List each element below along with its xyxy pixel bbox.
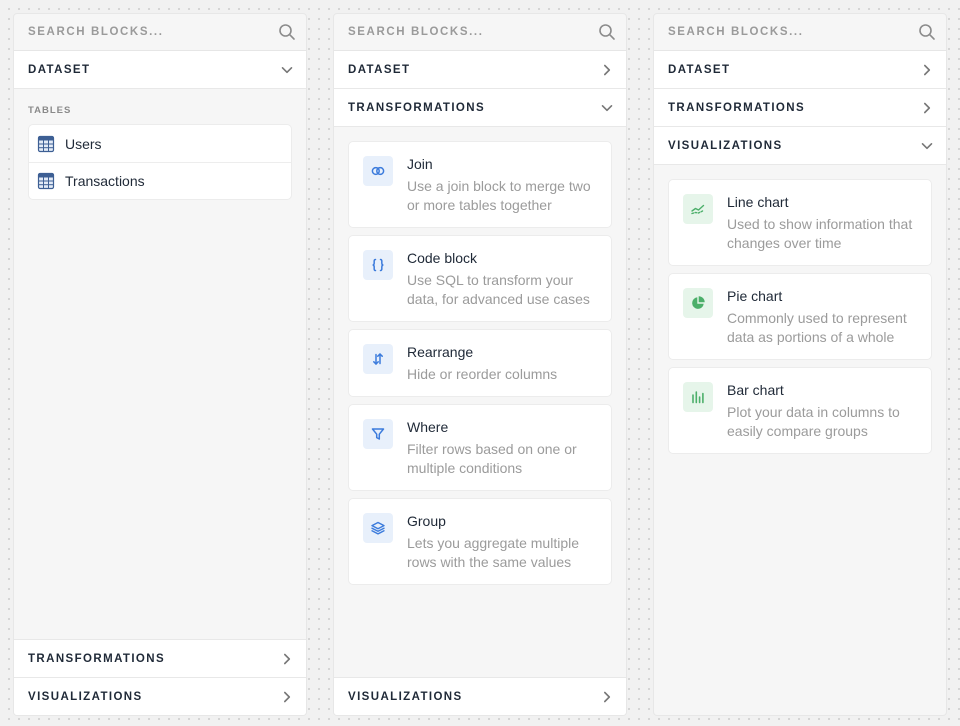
section-header-visualizations[interactable]: VISUALIZATIONS xyxy=(14,677,306,715)
block-title: Bar chart xyxy=(727,382,784,398)
section-label: VISUALIZATIONS xyxy=(668,139,783,152)
chevron-right-icon xyxy=(920,63,934,77)
chevron-down-icon xyxy=(280,63,294,77)
search-input[interactable] xyxy=(348,26,598,38)
search-input[interactable] xyxy=(28,26,278,38)
chevron-right-icon xyxy=(280,652,294,666)
block-description: Hide or reorder columns xyxy=(407,366,558,382)
section-label: VISUALIZATIONS xyxy=(28,690,143,703)
section-header-visualizations[interactable]: VISUALIZATIONS xyxy=(654,127,946,165)
section-header-transformations[interactable]: TRANSFORMATIONS xyxy=(14,639,306,677)
block-description: Filter rows based on one or multiple con… xyxy=(407,441,577,476)
braces-icon xyxy=(363,250,393,280)
table-item-transactions[interactable]: Transactions xyxy=(29,162,291,199)
table-item-users[interactable]: Users xyxy=(29,125,291,162)
chevron-down-icon xyxy=(600,101,614,115)
blocks-panel-transformations: DATASET TRANSFORMATIONS Join Use a join … xyxy=(333,13,627,716)
section-header-visualizations[interactable]: VISUALIZATIONS xyxy=(334,677,626,715)
block-card-line-chart[interactable]: Line chart Used to show information that… xyxy=(668,179,932,266)
section-label: TRANSFORMATIONS xyxy=(348,101,486,114)
table-item-label: Transactions xyxy=(65,173,145,189)
chevron-right-icon xyxy=(600,690,614,704)
dataset-content: TABLES Users Transactions xyxy=(14,89,306,200)
block-card-where[interactable]: Where Filter rows based on one or multip… xyxy=(348,404,612,491)
search-bar xyxy=(654,14,946,51)
section-header-dataset[interactable]: DATASET xyxy=(654,51,946,89)
block-description: Commonly used to represent data as porti… xyxy=(727,310,907,345)
layers-icon xyxy=(363,513,393,543)
block-description: Plot your data in columns to easily comp… xyxy=(727,404,900,439)
tables-group-label: TABLES xyxy=(28,105,72,116)
block-title: Rearrange xyxy=(407,344,474,360)
block-description: Lets you aggregate multiple rows with th… xyxy=(407,535,579,570)
section-label: DATASET xyxy=(668,63,731,76)
chevron-right-icon xyxy=(600,63,614,77)
block-card-rearrange[interactable]: Rearrange Hide or reorder columns xyxy=(348,329,612,397)
table-icon xyxy=(37,135,55,153)
chevron-down-icon xyxy=(920,139,934,153)
bar-chart-icon xyxy=(683,382,713,412)
section-label: DATASET xyxy=(28,63,91,76)
section-header-dataset[interactable]: DATASET xyxy=(334,51,626,89)
block-title: Code block xyxy=(407,250,478,266)
chevron-right-icon xyxy=(280,690,294,704)
search-icon[interactable] xyxy=(278,23,296,41)
block-card-pie-chart[interactable]: Pie chart Commonly used to represent dat… xyxy=(668,273,932,360)
block-title: Pie chart xyxy=(727,288,783,304)
section-header-transformations[interactable]: TRANSFORMATIONS xyxy=(334,89,626,127)
block-card-bar-chart[interactable]: Bar chart Plot your data in columns to e… xyxy=(668,367,932,454)
join-icon xyxy=(363,156,393,186)
pie-chart-icon xyxy=(683,288,713,318)
block-card-join[interactable]: Join Use a join block to merge two or mo… xyxy=(348,141,612,228)
block-title: Group xyxy=(407,513,446,529)
section-label: TRANSFORMATIONS xyxy=(668,101,806,114)
section-label: VISUALIZATIONS xyxy=(348,690,463,703)
search-icon[interactable] xyxy=(598,23,616,41)
section-header-transformations[interactable]: TRANSFORMATIONS xyxy=(654,89,946,127)
block-card-group[interactable]: Group Lets you aggregate multiple rows w… xyxy=(348,498,612,585)
line-chart-icon xyxy=(683,194,713,224)
blocks-panel-dataset: DATASET TABLES Users Transactions TRAN xyxy=(13,13,307,716)
search-input[interactable] xyxy=(668,26,918,38)
block-title: Line chart xyxy=(727,194,789,210)
block-card-code-block[interactable]: Code block Use SQL to transform your dat… xyxy=(348,235,612,322)
table-icon xyxy=(37,172,55,190)
chevron-right-icon xyxy=(920,101,934,115)
search-bar xyxy=(14,14,306,51)
filter-icon xyxy=(363,419,393,449)
swap-arrows-icon xyxy=(363,344,393,374)
visualization-blocks: Line chart Used to show information that… xyxy=(654,165,946,461)
search-bar xyxy=(334,14,626,51)
block-description: Used to show information that changes ov… xyxy=(727,216,913,251)
search-icon[interactable] xyxy=(918,23,936,41)
section-label: TRANSFORMATIONS xyxy=(28,652,166,665)
section-label: DATASET xyxy=(348,63,411,76)
block-description: Use a join block to merge two or more ta… xyxy=(407,178,591,213)
section-header-dataset[interactable]: DATASET xyxy=(14,51,306,89)
block-title: Where xyxy=(407,419,449,435)
transformation-blocks: Join Use a join block to merge two or mo… xyxy=(334,127,626,592)
blocks-panel-visualizations: DATASET TRANSFORMATIONS VISUALIZATIONS L… xyxy=(653,13,947,716)
table-list: Users Transactions xyxy=(28,124,292,200)
block-title: Join xyxy=(407,156,433,172)
table-item-label: Users xyxy=(65,135,102,152)
block-description: Use SQL to transform your data, for adva… xyxy=(407,272,590,307)
